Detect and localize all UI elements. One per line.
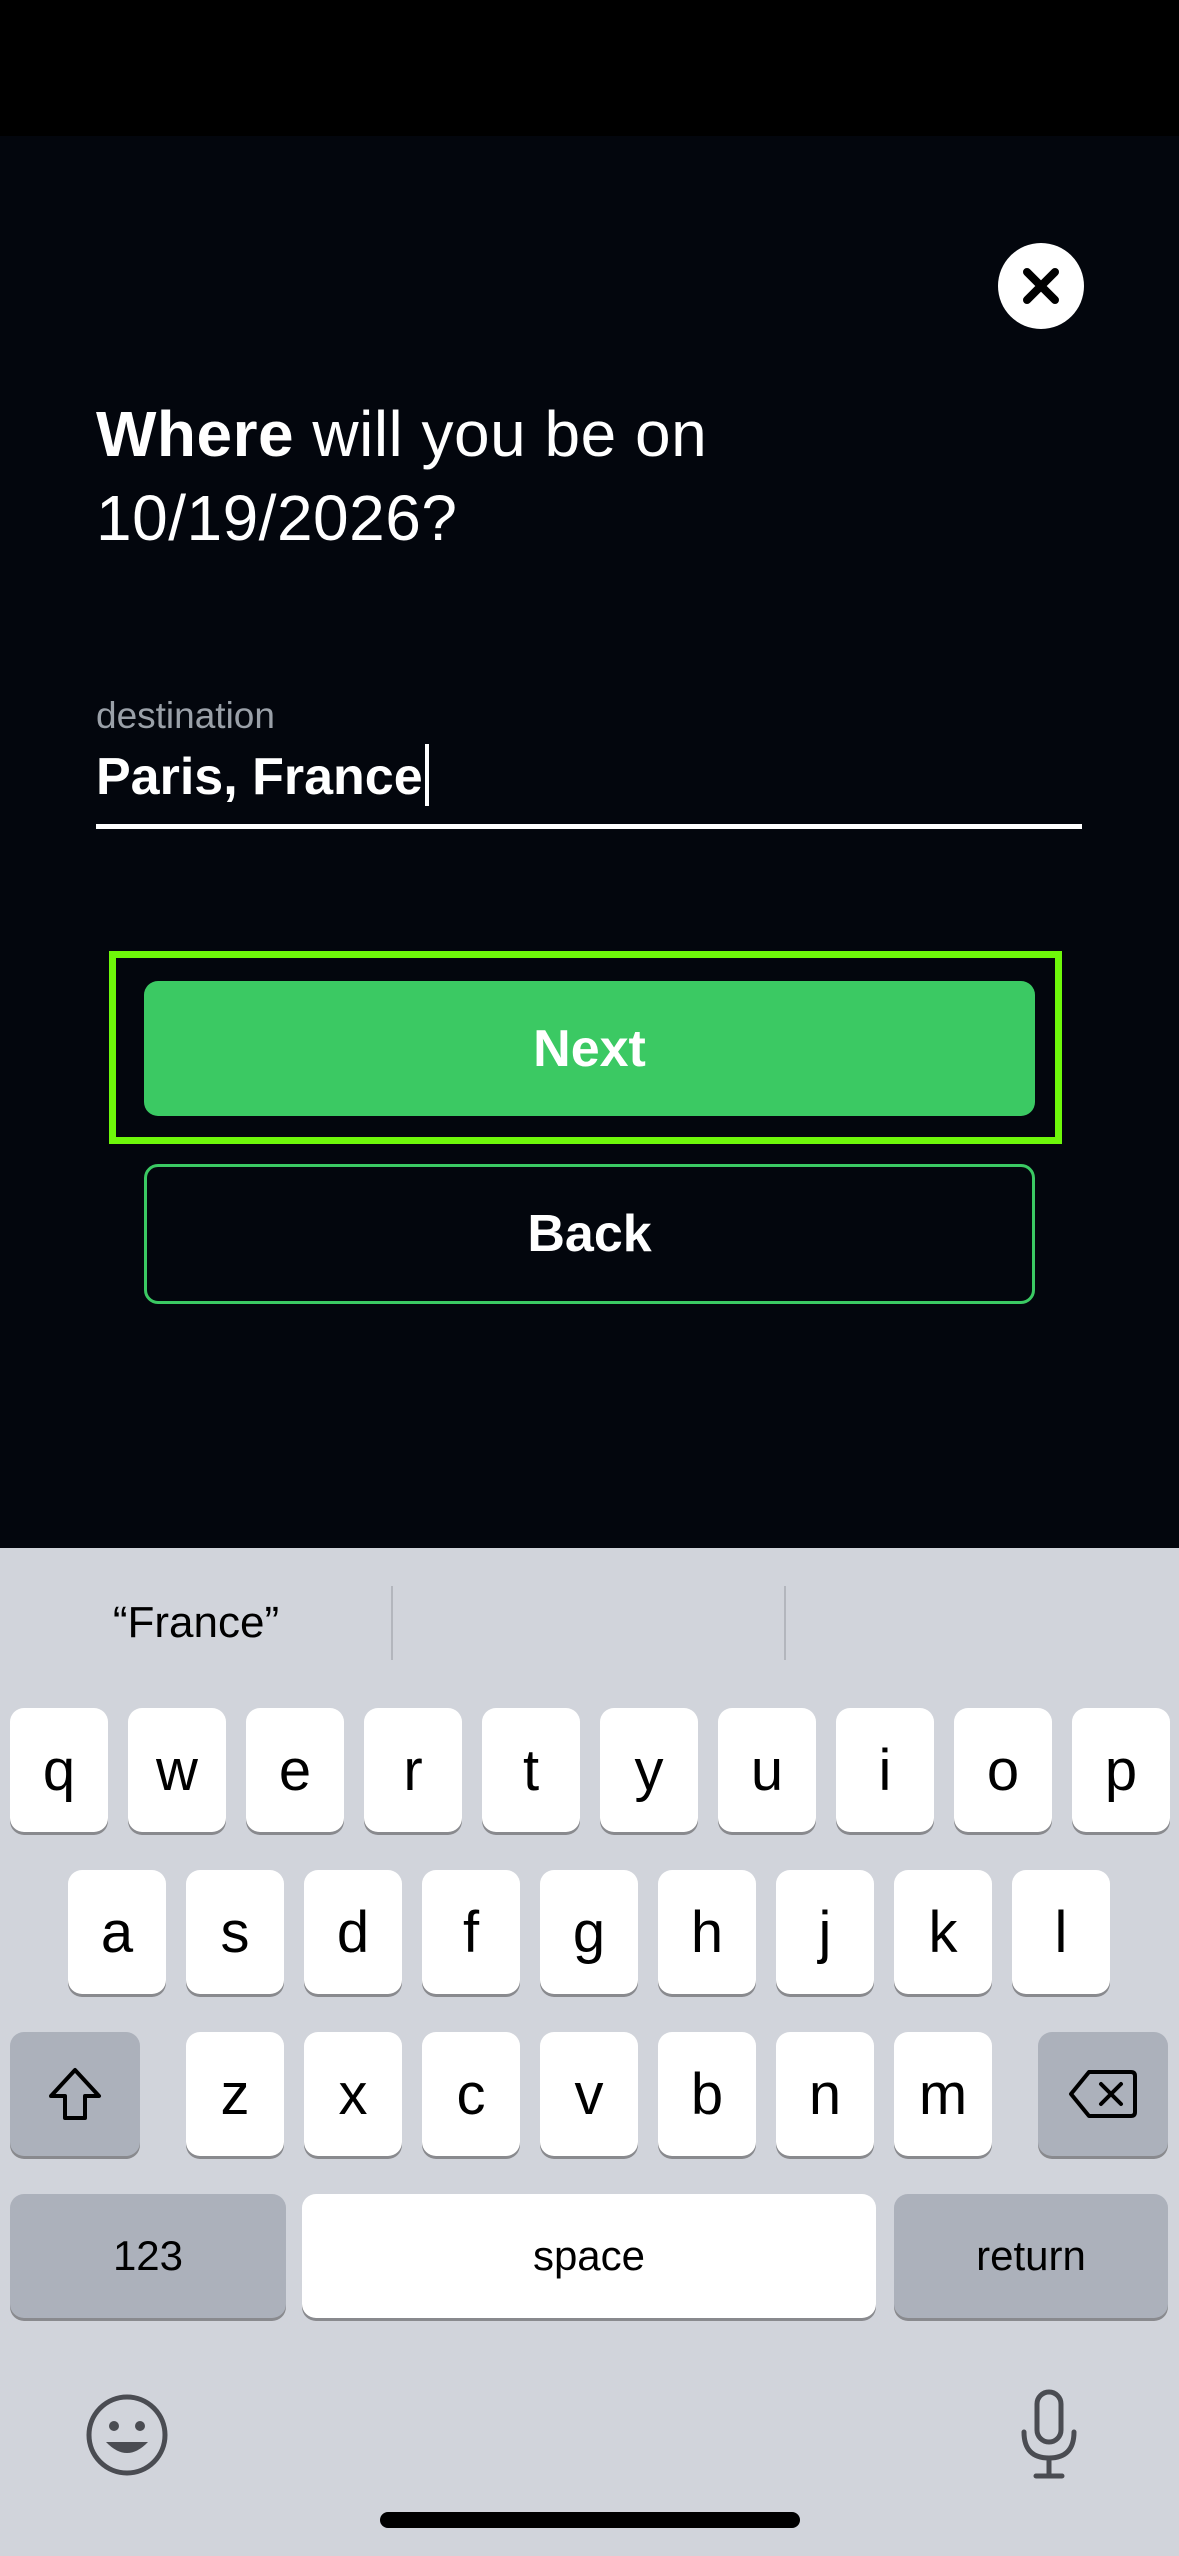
destination-value: Paris, France [96,748,423,806]
key-b[interactable]: b [658,2032,756,2156]
back-button[interactable]: Back [144,1164,1035,1304]
return-key[interactable]: return [894,2194,1168,2318]
key-a[interactable]: a [68,1870,166,1994]
close-icon [1023,268,1059,304]
key-i[interactable]: i [836,1708,934,1832]
destination-field[interactable]: Paris, France [96,742,1082,829]
key-e[interactable]: e [246,1708,344,1832]
numbers-key[interactable]: 123 [10,2194,286,2318]
shift-icon [49,2068,101,2120]
suggestion-3[interactable] [786,1548,1178,1698]
key-p[interactable]: p [1072,1708,1170,1832]
microphone-button[interactable] [1014,2386,1084,2486]
app-screen [0,136,1179,1548]
status-bar [0,0,1179,136]
key-v[interactable]: v [540,2032,638,2156]
close-button[interactable] [998,243,1084,329]
question-rest: will you be on [294,398,708,470]
suggestion-bar: “France” [0,1548,1179,1698]
question-strong: Where [96,398,295,470]
key-t[interactable]: t [482,1708,580,1832]
key-l[interactable]: l [1012,1870,1110,1994]
key-m[interactable]: m [894,2032,992,2156]
key-w[interactable]: w [128,1708,226,1832]
key-f[interactable]: f [422,1870,520,1994]
key-c[interactable]: c [422,2032,520,2156]
text-caret [424,744,429,806]
suggestion-2[interactable] [393,1548,785,1698]
key-s[interactable]: s [186,1870,284,1994]
key-q[interactable]: q [10,1708,108,1832]
key-x[interactable]: x [304,2032,402,2156]
home-indicator [380,2512,800,2528]
keyboard: “France” q w e r t y u i o p a s d f g h… [0,1548,1179,2556]
destination-label: destination [96,695,275,736]
key-d[interactable]: d [304,1870,402,1994]
microphone-icon [1021,2389,1077,2479]
delete-key[interactable] [1038,2032,1168,2156]
suggestion-1[interactable]: “France” [0,1548,392,1698]
key-y[interactable]: y [600,1708,698,1832]
delete-icon [1069,2070,1137,2118]
key-k[interactable]: k [894,1870,992,1994]
key-o[interactable]: o [954,1708,1052,1832]
question-date: 10/19/2026? [96,482,458,554]
key-r[interactable]: r [364,1708,462,1832]
space-key[interactable]: space [302,2194,876,2318]
key-g[interactable]: g [540,1870,638,1994]
key-u[interactable]: u [718,1708,816,1832]
emoji-icon [86,2394,168,2476]
key-j[interactable]: j [776,1870,874,1994]
next-button[interactable]: Next [144,981,1035,1116]
shift-key[interactable] [10,2032,140,2156]
key-h[interactable]: h [658,1870,756,1994]
question-heading: Where will you be on 10/19/2026? [96,392,996,560]
emoji-button[interactable] [82,2390,172,2480]
key-n[interactable]: n [776,2032,874,2156]
key-z[interactable]: z [186,2032,284,2156]
